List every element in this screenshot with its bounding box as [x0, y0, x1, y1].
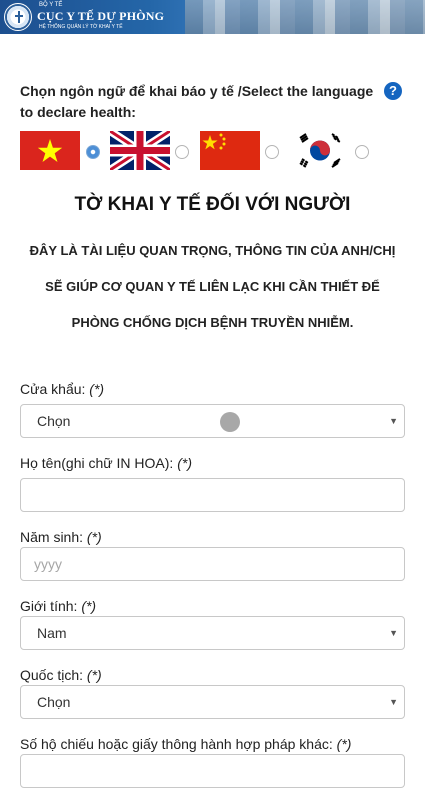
language-prompt: Chọn ngôn ngữ để khai báo y tế /Select t…: [20, 83, 374, 120]
birth-year-label: Năm sinh: (*): [20, 529, 102, 545]
language-radio-korean[interactable]: [355, 145, 369, 159]
form-title: TỜ KHAI Y TẾ ĐỐI VỚI NGƯỜI: [74, 194, 351, 215]
touch-cursor-icon: [220, 412, 240, 432]
ministry-logo: [4, 3, 32, 31]
banner-title: CỤC Y TẾ DỰ PHÒNG: [37, 9, 165, 23]
nationality-select[interactable]: Chọn ▼: [20, 685, 405, 719]
gender-select[interactable]: Nam ▼: [20, 616, 405, 650]
banner-subtitle: HỆ THỐNG QUẢN LÝ TỜ KHAI Y TẾ: [39, 24, 123, 30]
notice-line-1: ĐÂY LÀ TÀI LIỆU QUAN TRỌNG, THÔNG TIN CỦ…: [29, 243, 396, 258]
nationality-label: Quốc tịch: (*): [20, 667, 102, 683]
banner-ministry: BỘ Y TẾ: [39, 2, 63, 8]
korea-flag-icon[interactable]: [290, 131, 350, 170]
banner-photo: [185, 0, 425, 34]
header-banner: BỘ Y TẾ CỤC Y TẾ DỰ PHÒNG HỆ THỐNG QUẢN …: [0, 0, 425, 34]
full-name-input[interactable]: [20, 478, 405, 512]
notice-line-2: SẼ GIÚP CƠ QUAN Y TẾ LIÊN LẠC KHI CẦN TH…: [45, 279, 380, 294]
chevron-down-icon: ▼: [389, 697, 398, 707]
border-gate-select[interactable]: Chọn ▼: [20, 404, 405, 438]
passport-input[interactable]: [20, 754, 405, 788]
vietnam-flag-icon[interactable]: [20, 131, 80, 170]
language-radio-vietnamese[interactable]: [86, 145, 100, 159]
birth-year-placeholder: yyyy: [34, 556, 62, 572]
nationality-value: Chọn: [37, 694, 71, 710]
chevron-down-icon: ▼: [389, 628, 398, 638]
full-name-label: Họ tên(ghi chữ IN HOA): (*): [20, 455, 192, 471]
border-gate-value: Chọn: [37, 413, 71, 429]
notice-line-3: PHÒNG CHỐNG DỊCH BỆNH TRUYỀN NHIỄM.: [71, 315, 354, 330]
language-radio-english[interactable]: [175, 145, 189, 159]
passport-label: Số hộ chiếu hoặc giấy thông hành hợp phá…: [20, 736, 352, 752]
gender-label: Giới tính: (*): [20, 598, 97, 614]
china-flag-icon[interactable]: [200, 131, 260, 170]
border-gate-label: Cửa khẩu: (*): [20, 381, 105, 397]
question-circle-icon[interactable]: ?: [384, 82, 402, 100]
birth-year-input[interactable]: yyyy: [20, 547, 405, 581]
gender-value: Nam: [37, 625, 67, 641]
uk-flag-icon[interactable]: [110, 131, 170, 170]
language-radio-chinese[interactable]: [265, 145, 279, 159]
chevron-down-icon: ▼: [389, 416, 398, 426]
